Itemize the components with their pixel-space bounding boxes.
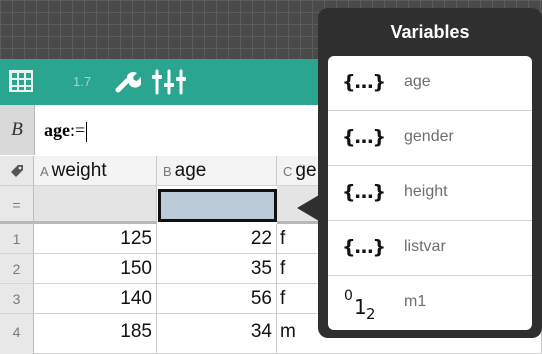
variable-item-listvar[interactable]: {…} listvar bbox=[328, 221, 532, 276]
table-cell[interactable]: 185 bbox=[34, 314, 157, 354]
formula-column-label: B bbox=[0, 105, 35, 155]
sliders-icon[interactable] bbox=[152, 68, 186, 96]
matrix-variable-icon: 0 1 2 bbox=[344, 288, 376, 323]
table-cell[interactable]: 22 bbox=[157, 224, 277, 254]
wrench-icon[interactable] bbox=[113, 67, 141, 95]
formula-variable-name: age bbox=[44, 120, 70, 140]
formula-input[interactable]: age:= bbox=[44, 105, 88, 155]
row-header[interactable]: 2 bbox=[0, 254, 34, 284]
popover-title: Variables bbox=[390, 22, 470, 42]
table-cell[interactable]: 150 bbox=[34, 254, 157, 284]
list-variable-icon: {…} bbox=[342, 71, 386, 93]
text-cursor bbox=[86, 121, 88, 142]
table-cell[interactable]: 56 bbox=[157, 284, 277, 314]
row-header[interactable]: 1 bbox=[0, 224, 34, 254]
column-header-a[interactable]: Aweight bbox=[34, 156, 157, 186]
tag-icon bbox=[10, 165, 23, 177]
table-cell[interactable]: 35 bbox=[157, 254, 277, 284]
table-cell[interactable]: 125 bbox=[34, 224, 157, 254]
formula-cell-b-selected[interactable] bbox=[158, 189, 277, 222]
list-variable-icon: {…} bbox=[342, 236, 386, 258]
row-header[interactable]: 3 bbox=[0, 284, 34, 314]
popover-arrow bbox=[297, 195, 319, 221]
variables-popover: Variables {…} age {…} gender {…} height … bbox=[318, 8, 542, 338]
variables-list: {…} age {…} gender {…} height {…} listva… bbox=[328, 56, 532, 330]
variable-item-m1[interactable]: 0 1 2 m1 bbox=[328, 276, 532, 330]
formula-row-header: = bbox=[0, 186, 34, 224]
table-cell[interactable]: 34 bbox=[157, 314, 277, 354]
variable-item-gender[interactable]: {…} gender bbox=[328, 111, 532, 166]
variable-item-height[interactable]: {…} height bbox=[328, 166, 532, 221]
formula-operator: := bbox=[70, 120, 86, 140]
page-number: 1.7 bbox=[73, 74, 92, 89]
row-header[interactable]: 4 bbox=[0, 314, 34, 354]
column-header-b[interactable]: Bage bbox=[157, 156, 277, 186]
list-variable-icon: {…} bbox=[342, 181, 386, 203]
table-cell[interactable]: 140 bbox=[34, 284, 157, 314]
corner-cell[interactable] bbox=[0, 156, 34, 186]
formula-cell-a[interactable] bbox=[34, 186, 157, 224]
variable-item-age[interactable]: {…} age bbox=[328, 56, 532, 111]
spreadsheet-app-icon[interactable] bbox=[9, 70, 33, 92]
list-variable-icon: {…} bbox=[342, 126, 386, 148]
